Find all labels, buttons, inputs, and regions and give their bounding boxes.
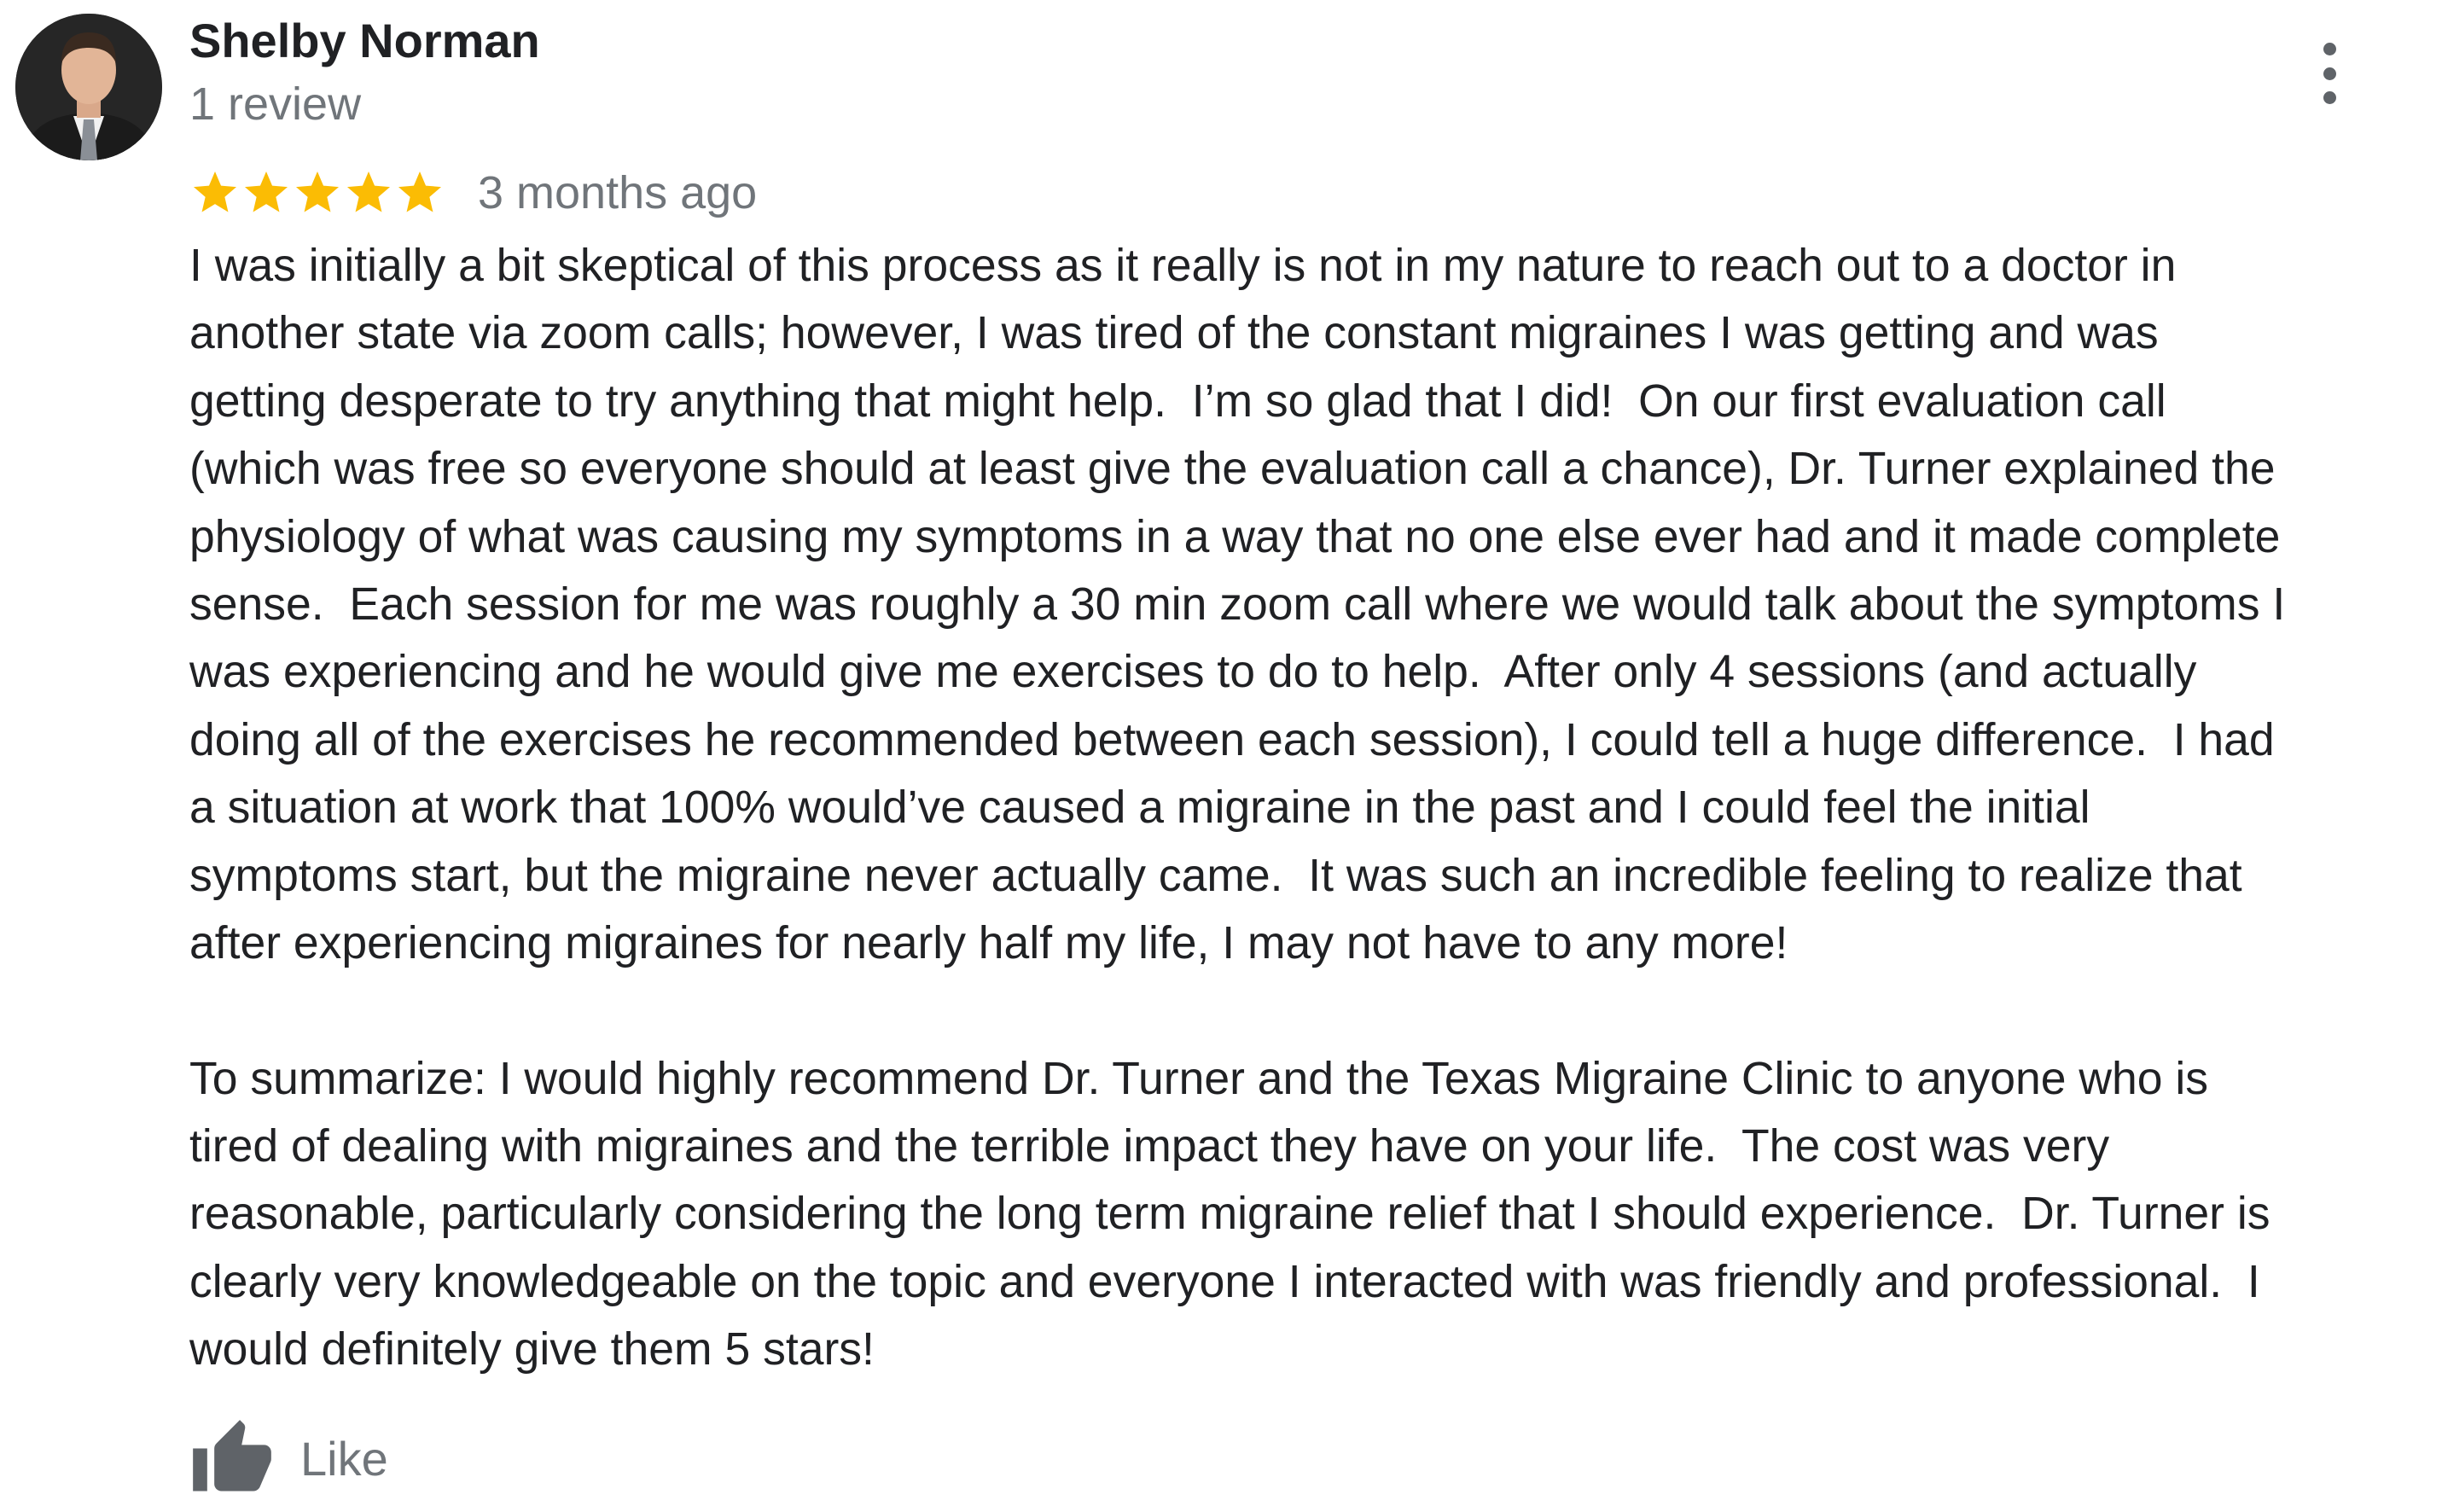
review-text-line: physiology of what was causing my sympto… [189,511,2281,562]
star-icon [398,172,441,212]
review-text-line: clearly very knowledgeable on the topic … [189,1256,2260,1307]
review-text-line: (which was free so everyone should at le… [189,444,2276,495]
more-options-button[interactable] [2304,43,2355,104]
star-icon [347,172,390,212]
review-text-line: would definitely give them 5 stars! [189,1324,875,1375]
review-text-line: after experiencing migraines for nearly … [189,917,1788,968]
like-button[interactable]: Like [189,1416,388,1502]
more-vert-icon-dot [2323,67,2336,80]
review-text-line: reasonable, particularly considering the… [189,1189,2270,1240]
review-text-line: doing all of the exercises he recommende… [189,714,2275,765]
review-count: 1 review [189,79,362,130]
like-label: Like [300,1432,388,1486]
star-rating [189,167,445,218]
review-text-line: a situation at work that 100% would’ve c… [189,782,2090,834]
review-text-line: I was initially a bit skeptical of this … [189,241,2177,291]
review-text-line: getting desperate to try anything that m… [189,375,2166,427]
star-icon [296,172,339,212]
review-text-line: symptoms start, but the migraine never a… [189,850,2242,901]
thumbs-up-icon [189,1416,275,1502]
star-icon [245,172,288,212]
star-icon [194,172,236,212]
more-vert-icon-dot [2323,91,2336,104]
review-text-line: To summarize: I would highly recommend D… [189,1053,2208,1104]
review-text-line: sense. Each session for me was roughly a… [189,579,2286,630]
review-date: 3 months ago [478,167,758,218]
review-text: I was initially a bit skeptical of this … [189,232,2442,1384]
reviewer-name[interactable]: Shelby Norman [189,12,540,70]
reviewer-avatar[interactable] [15,14,162,160]
rating-row: 3 months ago [189,162,757,224]
more-vert-icon [2323,43,2336,55]
review-text-line: tired of dealing with migraines and the … [189,1121,2110,1172]
review-card: Shelby Norman 1 review 3 months ago I wa… [0,0,2442,1512]
review-text-line: was experiencing and he would give me ex… [189,647,2197,698]
review-text-line: another state via zoom calls; however, I… [189,308,2159,359]
